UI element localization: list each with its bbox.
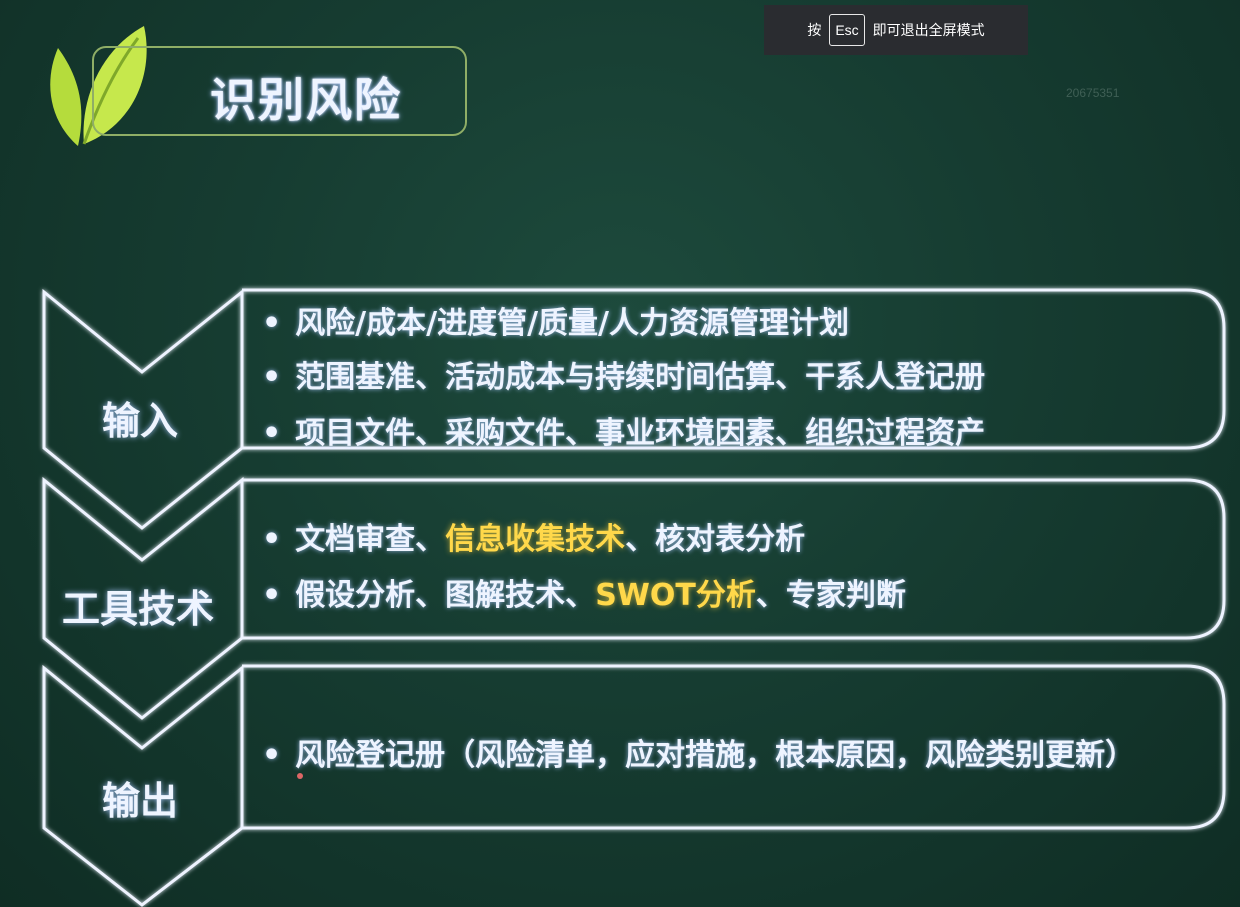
highlighted-term: SWOT分析 <box>595 578 756 613</box>
bullet-icon: • <box>262 306 282 341</box>
output-item: • 风险登记册（风险清单，应对措施，根本原因，风险类别更新） <box>262 738 1136 773</box>
input-item: • 风险/成本/进度管/质量/人力资源管理计划 <box>262 306 850 341</box>
bullet-icon: • <box>262 578 282 613</box>
tools-label: 工具技术 <box>62 587 215 631</box>
input-item: • 范围基准、活动成本与持续时间估算、干系人登记册 <box>262 360 986 395</box>
output-label: 输出 <box>102 779 179 823</box>
bullet-icon: • <box>262 522 282 557</box>
input-item: • 项目文件、采购文件、事业环境因素、组织过程资产 <box>262 416 986 451</box>
tools-box <box>242 478 1226 640</box>
cursor-dot <box>297 773 303 779</box>
highlighted-term: 信息收集技术 <box>445 522 626 557</box>
bullet-icon: • <box>262 416 282 451</box>
input-label: 输入 <box>102 399 179 443</box>
bullet-icon: • <box>262 738 282 773</box>
tools-item: • 假设分析、图解技术、SWOT分析、专家判断 <box>262 578 906 613</box>
tools-item: • 文档审查、信息收集技术、核对表分析 <box>262 522 806 557</box>
bullet-icon: • <box>262 360 282 395</box>
